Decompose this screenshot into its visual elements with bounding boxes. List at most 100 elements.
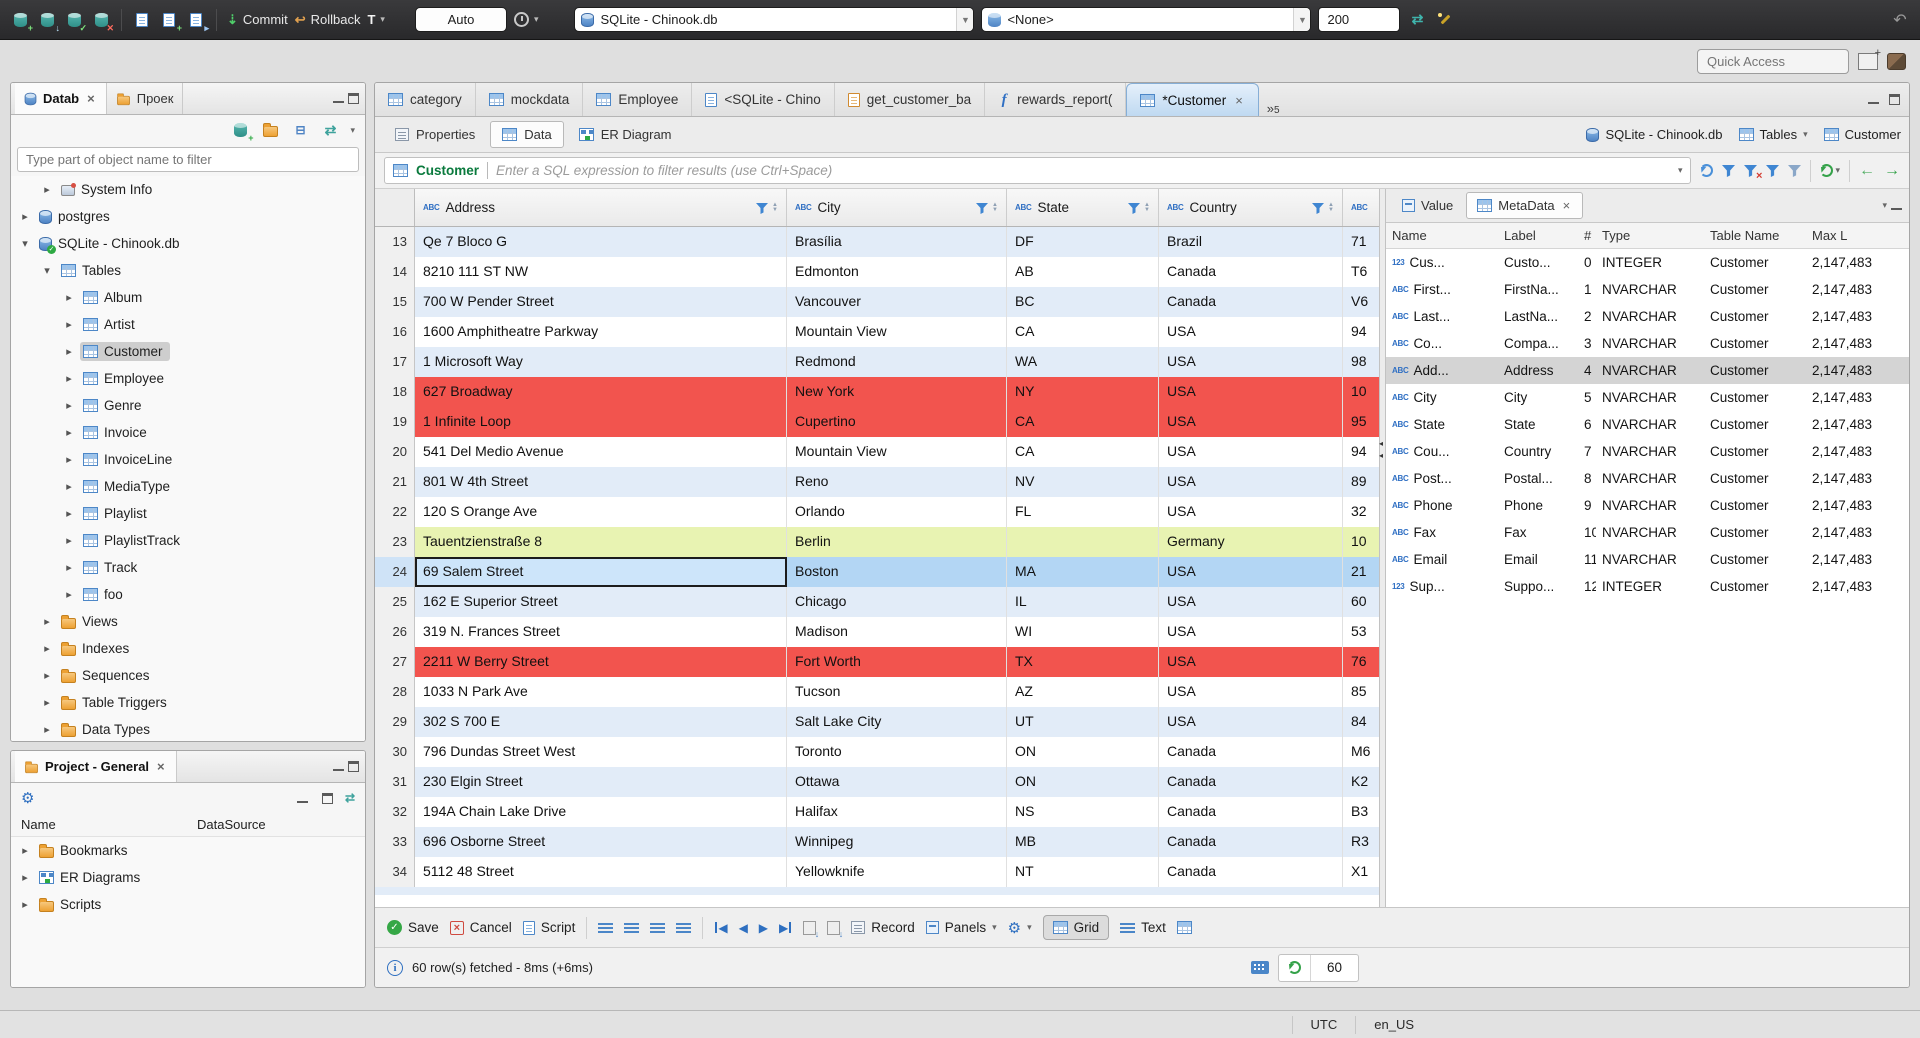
metadata-cell-label[interactable]: Postal...	[1498, 471, 1578, 486]
metadata-cell-name[interactable]: ABC Phone	[1386, 498, 1498, 513]
cell-country[interactable]: USA	[1159, 617, 1343, 647]
cell-postalcode[interactable]: 94	[1343, 437, 1379, 467]
column-header[interactable]: ABC Country	[1159, 189, 1343, 226]
table-row[interactable]: 32 194A Chain Lake Drive Halifax NS Cana…	[375, 797, 1379, 827]
cell-state[interactable]: TX	[1007, 647, 1159, 677]
row-number-cell[interactable]: 14	[375, 257, 415, 287]
cell-country[interactable]: USA	[1159, 557, 1343, 587]
autofit-columns-icon[interactable]	[598, 922, 614, 934]
quick-access-input[interactable]	[1697, 48, 1849, 74]
metadata-cell-type[interactable]: NVARCHAR	[1596, 471, 1704, 486]
row-number-cell[interactable]: 19	[375, 407, 415, 437]
close-icon[interactable]: ×	[155, 759, 167, 774]
breadcrumb-database[interactable]: SQLite - Chinook.db	[1586, 127, 1723, 142]
metadata-cell-maxlength[interactable]: 2,147,483	[1806, 309, 1909, 324]
metadata-row[interactable]: ABCFax Fax 10 NVARCHAR Customer 2,147,48…	[1386, 519, 1909, 546]
cell-country[interactable]: USA	[1159, 317, 1343, 347]
metadata-cell-tablename[interactable]: Customer	[1704, 255, 1806, 270]
filter-apply-icon[interactable]	[1722, 164, 1736, 177]
expander-icon[interactable]	[63, 426, 75, 439]
metadata-cell-label[interactable]: Phone	[1498, 498, 1578, 513]
cell-address[interactable]: 162 E Superior Street	[415, 587, 787, 617]
minimize-icon[interactable]	[1889, 199, 1904, 212]
cell-country[interactable]: Canada	[1159, 287, 1343, 317]
collapse-icon[interactable]	[295, 792, 310, 805]
metadata-row[interactable]: ABC Last... LastNa... 2 NVARCHAR Customer…	[1386, 303, 1909, 330]
metadata-cell-number[interactable]: 8	[1578, 471, 1596, 486]
column-header[interactable]: ABC City	[787, 189, 1007, 226]
cell-city[interactable]: Cupertino	[787, 407, 1007, 437]
table-row[interactable]: 26 319 N. Frances Street Madison WI USA …	[375, 617, 1379, 647]
row-number-cell[interactable]: 28	[375, 677, 415, 707]
cell-city[interactable]: Mountain View	[787, 317, 1007, 347]
cell-address[interactable]: 319 N. Frances Street	[415, 617, 787, 647]
table-row[interactable]: 23 Tauentzienstraße 8 Berlin Germany 10	[375, 527, 1379, 557]
metadata-cell-tablename[interactable]: Customer	[1704, 444, 1806, 459]
cell-country[interactable]: Brazil	[1159, 227, 1343, 257]
metadata-cell-tablename[interactable]: Customer	[1704, 336, 1806, 351]
cell-country[interactable]: USA	[1159, 707, 1343, 737]
table-row[interactable]: 27 2211 W Berry Street Fort Worth TX USA…	[375, 647, 1379, 677]
cell-country[interactable]: Canada	[1159, 797, 1343, 827]
metadata-cell-name[interactable]: ABC Email	[1386, 552, 1498, 567]
filter-history-icon[interactable]: ▾	[1678, 165, 1683, 176]
table-row[interactable]: 18 627 Broadway New York NY USA 10	[375, 377, 1379, 407]
cancel-button[interactable]: × Cancel	[449, 920, 512, 935]
metadata-cell-maxlength[interactable]: 2,147,483	[1806, 525, 1909, 540]
sort-icon[interactable]	[1328, 203, 1334, 213]
metadata-cell-label[interactable]: City	[1498, 390, 1578, 405]
cell-state[interactable]: CA	[1007, 437, 1159, 467]
metadata-cell-label[interactable]: Email	[1498, 552, 1578, 567]
cell-city[interactable]: Madison	[787, 617, 1007, 647]
cell-state[interactable]: FL	[1007, 497, 1159, 527]
metadata-tab[interactable]: Value ×	[1391, 192, 1464, 219]
tree-item[interactable]: System Info	[11, 176, 365, 203]
table-row[interactable]: 22 120 S Orange Ave Orlando FL USA 32	[375, 497, 1379, 527]
transaction-mode-button[interactable]: T ▾	[367, 12, 384, 27]
row-number-cell[interactable]: 17	[375, 347, 415, 377]
cell-postalcode[interactable]: 21	[1343, 557, 1379, 587]
table-row[interactable]: 20 541 Del Medio Avenue Mountain View CA…	[375, 437, 1379, 467]
cell-country[interactable]: Canada	[1159, 257, 1343, 287]
metadata-cell-number[interactable]: 7	[1578, 444, 1596, 459]
expander-icon[interactable]	[63, 561, 75, 574]
metadata-cell-number[interactable]: 11	[1578, 552, 1596, 567]
tree-item[interactable]: Sequences	[11, 662, 365, 689]
metadata-cell-number[interactable]: 1	[1578, 282, 1596, 297]
close-icon[interactable]: ×	[1233, 93, 1245, 108]
cell-postalcode[interactable]: 32	[1343, 497, 1379, 527]
table-row[interactable]: 19 1 Infinite Loop Cupertino CA USA 95	[375, 407, 1379, 437]
metadata-cell-name[interactable]: ABC Cou...	[1386, 444, 1498, 459]
metadata-cell-number[interactable]: 5	[1578, 390, 1596, 405]
cell-address[interactable]: 1 Infinite Loop	[415, 407, 787, 437]
row-number-cell[interactable]: 24	[375, 557, 415, 587]
cell-country[interactable]: USA	[1159, 497, 1343, 527]
minimize-icon[interactable]	[331, 760, 346, 773]
cell-postalcode[interactable]: X1	[1343, 857, 1379, 887]
result-tab[interactable]: Properties	[383, 121, 487, 148]
metadata-row[interactable]: ABC Add... Address 4 NVARCHAR Customer 2,…	[1386, 357, 1909, 384]
settings-button[interactable]: ⚙ ▾	[1008, 919, 1032, 937]
sort-icon[interactable]	[992, 203, 998, 213]
metadata-cell-type[interactable]: NVARCHAR	[1596, 363, 1704, 378]
cell-country[interactable]: USA	[1159, 437, 1343, 467]
cell-postalcode[interactable]: 71	[1343, 227, 1379, 257]
metadata-cell-type[interactable]: NVARCHAR	[1596, 498, 1704, 513]
metadata-cell-tablename[interactable]: Customer	[1704, 417, 1806, 432]
tab-database-navigator[interactable]: Datab ×	[15, 83, 107, 114]
tree-item[interactable]: SQLite - Chinook.db	[11, 230, 365, 257]
cell-country[interactable]: Canada	[1159, 857, 1343, 887]
collapse-all-icon[interactable]: ⊟	[290, 120, 310, 140]
expander-icon[interactable]	[41, 642, 53, 655]
filter-save-icon[interactable]	[1766, 164, 1780, 177]
metadata-cell-tablename[interactable]: Customer	[1704, 579, 1806, 594]
cell-city[interactable]: Yellowknife	[787, 857, 1007, 887]
cell-state[interactable]: IL	[1007, 587, 1159, 617]
cell-city[interactable]: Boston	[787, 557, 1007, 587]
cell-city[interactable]: Ottawa	[787, 767, 1007, 797]
tree-item[interactable]: ER Diagrams	[11, 864, 365, 891]
table-row[interactable]: 24 69 Salem Street Boston MA USA 21	[375, 557, 1379, 587]
editor-tab[interactable]: mockdata ×	[476, 83, 584, 116]
filter-icon[interactable]	[756, 202, 769, 214]
cell-postalcode[interactable]: V6	[1343, 287, 1379, 317]
